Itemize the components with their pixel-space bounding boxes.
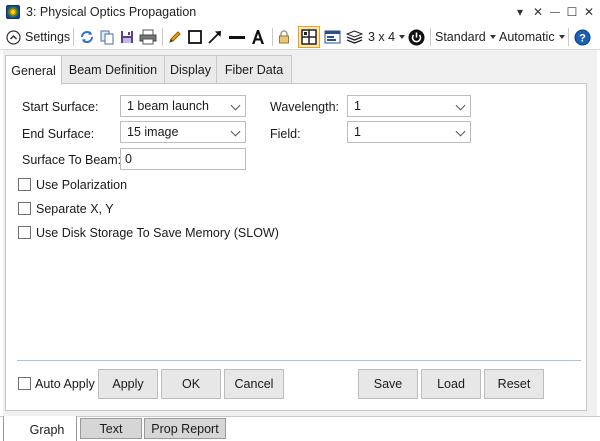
disk-storage-label[interactable]: Use Disk Storage To Save Memory (SLOW) <box>36 226 279 240</box>
print-icon[interactable] <box>138 27 158 47</box>
close-pane-icon[interactable]: ✕ <box>529 3 547 21</box>
automatic-dropdown[interactable]: Automatic <box>499 27 565 47</box>
wavelength-value: 1 <box>354 99 361 113</box>
minimize-icon[interactable]: — <box>546 3 564 21</box>
start-surface-value: 1 beam launch <box>127 99 210 113</box>
end-surface-select[interactable]: 15 image <box>120 121 246 143</box>
close-icon[interactable]: ✕ <box>580 3 598 21</box>
maximize-icon[interactable]: ☐ <box>563 3 581 21</box>
automatic-dropdown-label: Automatic <box>499 30 555 44</box>
reset-button[interactable]: Reset <box>484 369 544 399</box>
use-polarization-label[interactable]: Use Polarization <box>36 178 127 192</box>
settings-button[interactable]: Settings <box>25 27 70 47</box>
save-icon[interactable] <box>118 27 136 47</box>
lock-icon[interactable] <box>275 27 293 47</box>
chevron-down-icon <box>455 100 466 111</box>
chevron-down-icon <box>455 126 466 137</box>
field-label: Field: <box>270 127 301 141</box>
ok-button[interactable]: OK <box>161 369 221 399</box>
layers-icon[interactable] <box>344 27 364 47</box>
app-logo-icon <box>6 5 20 19</box>
copy-icon[interactable] <box>98 27 116 47</box>
window-icon[interactable] <box>322 27 342 47</box>
layout-dropdown[interactable]: 3 x 4 <box>368 27 406 47</box>
field-select[interactable]: 1 <box>347 121 471 143</box>
rectangle-icon[interactable] <box>186 27 204 47</box>
load-button[interactable]: Load <box>421 369 481 399</box>
svg-text:?: ? <box>579 32 586 44</box>
help-icon[interactable]: ? <box>572 27 592 47</box>
tab-display[interactable]: Display <box>164 55 217 84</box>
save-button[interactable]: Save <box>358 369 418 399</box>
tab-beam-definition[interactable]: Beam Definition <box>61 55 165 84</box>
surface-to-beam-label: Surface To Beam: <box>22 153 122 167</box>
end-surface-value: 15 image <box>127 125 179 139</box>
toolbar: Settings 3 x 4 Standard Automatic ? <box>0 24 600 50</box>
chevron-down-icon <box>230 100 241 111</box>
grid-layout-icon[interactable] <box>298 26 320 48</box>
chevron-down-icon <box>489 35 496 39</box>
auto-apply-checkbox[interactable] <box>18 377 31 390</box>
power-icon[interactable] <box>406 27 426 47</box>
wavelength-select[interactable]: 1 <box>347 95 471 117</box>
settings-chevron-icon[interactable] <box>5 27 21 47</box>
end-surface-label: End Surface: <box>22 127 95 141</box>
start-surface-label: Start Surface: <box>22 100 99 114</box>
title-bar: 3: Physical Optics Propagation ▾ ✕ — ☐ ✕ <box>0 0 600 24</box>
arrow-icon[interactable] <box>206 27 224 47</box>
apply-button[interactable]: Apply <box>98 369 158 399</box>
panel-divider <box>17 360 581 361</box>
surface-to-beam-input[interactable]: 0 <box>120 148 246 170</box>
dropdown-icon[interactable]: ▾ <box>511 3 529 21</box>
cancel-button[interactable]: Cancel <box>224 369 284 399</box>
layout-dropdown-label: 3 x 4 <box>368 30 396 44</box>
field-value: 1 <box>354 125 361 139</box>
chevron-down-icon <box>230 126 241 137</box>
separate-xy-checkbox[interactable] <box>18 202 31 215</box>
standard-dropdown[interactable]: Standard <box>435 27 496 47</box>
line-icon[interactable] <box>227 27 247 47</box>
chevron-down-icon <box>558 35 565 39</box>
use-polarization-checkbox[interactable] <box>18 178 31 191</box>
pencil-icon[interactable] <box>166 27 184 47</box>
separate-xy-label[interactable]: Separate X, Y <box>36 202 114 216</box>
tab-graph[interactable]: Graph <box>12 419 82 440</box>
refresh-icon[interactable] <box>78 27 96 47</box>
wavelength-label: Wavelength: <box>270 100 340 114</box>
tab-prop-report[interactable]: Prop Report <box>144 418 226 439</box>
window-title: 3: Physical Optics Propagation <box>26 5 197 19</box>
start-surface-select[interactable]: 1 beam launch <box>120 95 246 117</box>
tab-text[interactable]: Text <box>80 418 142 439</box>
auto-apply-label[interactable]: Auto Apply <box>35 377 95 391</box>
text-icon[interactable] <box>249 27 267 47</box>
chevron-down-icon <box>399 35 406 39</box>
standard-dropdown-label: Standard <box>435 30 486 44</box>
tab-general[interactable]: General <box>5 55 62 85</box>
tab-fiber-data[interactable]: Fiber Data <box>216 55 292 84</box>
general-panel: Start Surface: 1 beam launch End Surface… <box>5 83 587 411</box>
disk-storage-checkbox[interactable] <box>18 226 31 239</box>
